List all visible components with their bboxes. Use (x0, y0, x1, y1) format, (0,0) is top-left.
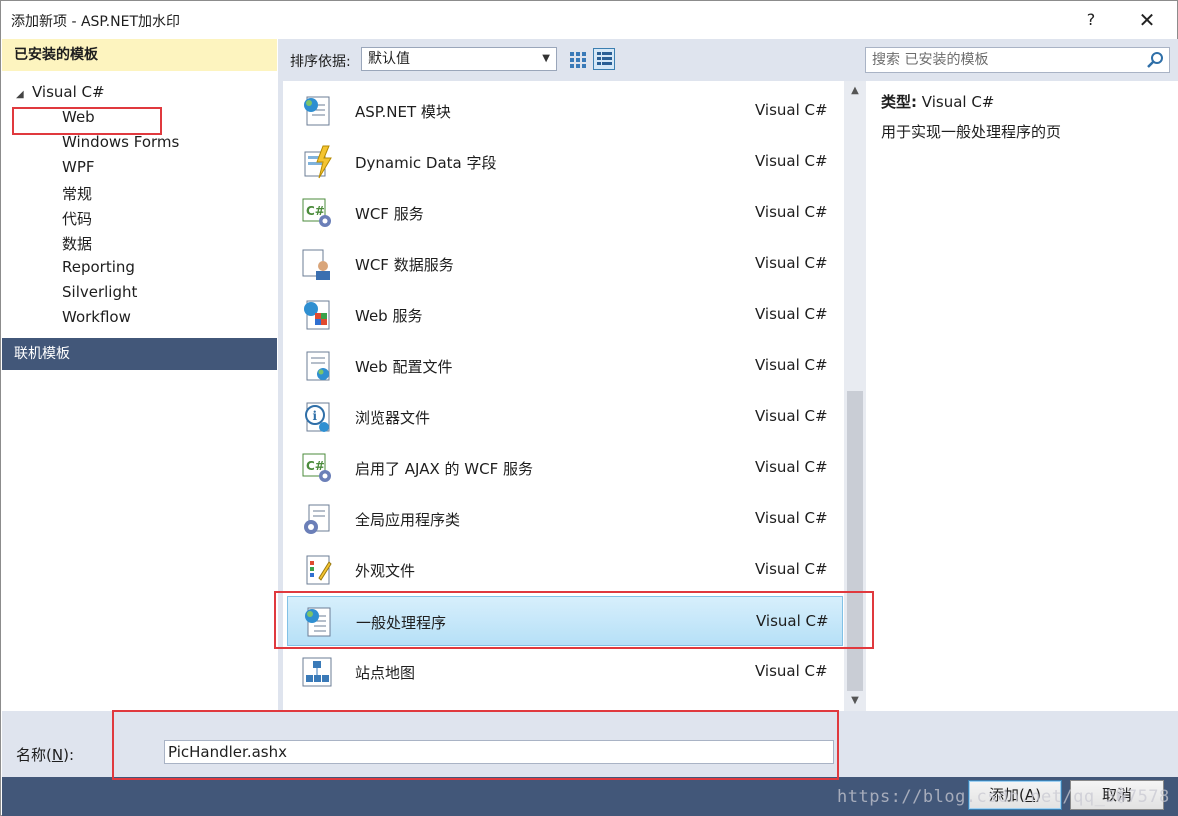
template-name: WCF 数据服务 (355, 256, 454, 274)
template-name: 全局应用程序类 (355, 511, 461, 529)
template-name: 站点地图 (355, 664, 416, 682)
template-name: 启用了 AJAX 的 WCF 服务 (355, 460, 533, 478)
wcf-service-icon: C# (302, 198, 331, 227)
list-scrollbar[interactable]: ▲ ▼ (844, 81, 866, 711)
template-name: 浏览器文件 (355, 409, 431, 427)
template-name: Web 配置文件 (355, 358, 453, 376)
sitemap-icon (302, 657, 332, 687)
template-language: Visual C# (755, 254, 828, 272)
window-title: 添加新项 - ASP.NET加水印 (11, 14, 180, 30)
name-bar: 名称(N): PicHandler.ashx (2, 711, 1178, 777)
search-icon[interactable] (1145, 50, 1165, 70)
type-line: 类型: Visual C# (881, 91, 994, 112)
template-name: ASP.NET 模块 (355, 103, 451, 121)
template-row[interactable]: Web 服务 Visual C# (287, 290, 843, 340)
name-label-prefix: 名称( (16, 746, 52, 764)
sort-label: 排序依据: (290, 54, 351, 70)
tree-item-wpf[interactable]: WPF (62, 158, 95, 176)
aspnet-module-icon (304, 96, 330, 126)
sort-dropdown[interactable]: 默认值 ▼ (361, 47, 557, 71)
add-new-item-dialog: 添加新项 - ASP.NET加水印 ? ✕ 已安装的模板 ◢ Visual C# … (0, 0, 1178, 816)
tree-item-workflow[interactable]: Workflow (62, 308, 131, 326)
search-placeholder: 搜索 已安装的模板 (872, 52, 989, 68)
template-details-panel: 类型: Visual C# 用于实现一般处理程序的页 (867, 81, 1178, 711)
template-name: Dynamic Data 字段 (355, 154, 497, 172)
template-row[interactable]: WCF 数据服务 Visual C# (287, 239, 843, 289)
online-templates-header[interactable]: 联机模板 (2, 338, 277, 370)
template-description: 用于实现一般处理程序的页 (881, 123, 1062, 141)
svg-text:i: i (313, 409, 318, 423)
template-row[interactable]: ASP.NET 模块 Visual C# (287, 86, 843, 136)
tree-item-web[interactable]: Web (62, 108, 95, 126)
template-name: Web 服务 (355, 307, 423, 325)
template-row[interactable]: Dynamic Data 字段 Visual C# (287, 137, 843, 187)
tree-root-visual-csharp[interactable]: ◢ Visual C# (16, 83, 105, 101)
template-language: Visual C# (755, 152, 828, 170)
wcf-data-service-icon (302, 249, 330, 280)
help-button[interactable]: ? (1071, 7, 1111, 33)
search-input[interactable]: 搜索 已安装的模板 (865, 47, 1170, 73)
template-language: Visual C# (755, 509, 828, 527)
skin-file-icon (306, 555, 332, 585)
template-language: Visual C# (755, 203, 828, 221)
dynamic-data-icon (304, 145, 332, 179)
type-label: 类型: (881, 93, 917, 111)
template-language: Visual C# (755, 560, 828, 578)
template-row[interactable]: i 浏览器文件 Visual C# (287, 392, 843, 442)
name-input[interactable]: PicHandler.ashx (164, 740, 834, 764)
tree-item-general[interactable]: 常规 (62, 183, 92, 204)
template-name: WCF 服务 (355, 205, 424, 223)
template-name: 外观文件 (355, 562, 416, 580)
tree-item-code[interactable]: 代码 (62, 208, 92, 229)
tree-item-silverlight[interactable]: Silverlight (62, 283, 137, 301)
template-language: Visual C# (755, 356, 828, 374)
template-list-inner: ASP.NET 模块 Visual C# Dynamic Data 字段 Visual… (283, 81, 843, 711)
scroll-thumb[interactable] (847, 391, 863, 691)
close-button[interactable]: ✕ (1127, 7, 1167, 33)
template-row[interactable]: 全局应用程序类 Visual C# (287, 494, 843, 544)
list-toolbar: 排序依据: 默认值 ▼ 搜索 已安装的模板 (278, 39, 1178, 81)
template-tree-panel: 已安装的模板 ◢ Visual C# Web Windows Forms WPF … (2, 39, 277, 709)
template-row[interactable]: 一般处理程序 Visual C# (287, 596, 843, 646)
name-label: 名称(N): (16, 744, 74, 765)
global-app-icon (304, 504, 330, 534)
small-icons-view-button[interactable] (567, 48, 589, 70)
template-language: Visual C# (755, 101, 828, 119)
template-language: Visual C# (755, 662, 828, 680)
browser-file-icon: i (305, 402, 330, 432)
blog-watermark: https://blog.csdn.net/qq_3�7578 (837, 787, 1170, 807)
tree-root-label: Visual C# (32, 83, 105, 101)
ajax-wcf-icon: C# (302, 453, 331, 482)
generic-handler-icon (305, 607, 331, 637)
template-row[interactable]: C# WCF 服务 Visual C# (287, 188, 843, 238)
template-language: Visual C# (755, 407, 828, 425)
template-name: 一般处理程序 (356, 614, 447, 632)
scroll-down-icon[interactable]: ▼ (844, 691, 866, 711)
type-value: Visual C# (921, 93, 995, 111)
web-service-icon (304, 300, 330, 330)
template-language: Visual C# (755, 458, 828, 476)
details-view-button[interactable] (593, 48, 615, 70)
chevron-down-icon: ▼ (542, 53, 550, 64)
tree-item-data[interactable]: 数据 (62, 233, 92, 254)
template-row[interactable]: C# 启用了 AJAX 的 WCF 服务 Visual C# (287, 443, 843, 493)
installed-templates-header[interactable]: 已安装的模板 (2, 39, 277, 71)
tree-item-windows-forms[interactable]: Windows Forms (62, 133, 179, 151)
template-row[interactable]: 外观文件 Visual C# (287, 545, 843, 595)
details-view-icon (597, 52, 612, 65)
name-label-suffix: ): (63, 746, 74, 764)
title-bar: 添加新项 - ASP.NET加水印 ? ✕ (1, 1, 1177, 39)
name-label-accelerator: N (51, 746, 64, 764)
sort-value: 默认值 (368, 51, 410, 67)
tree-item-reporting[interactable]: Reporting (62, 258, 135, 276)
web-config-icon (306, 351, 330, 381)
template-row[interactable]: Web 配置文件 Visual C# (287, 341, 843, 391)
template-list: ASP.NET 模块 Visual C# Dynamic Data 字段 Visual… (278, 81, 843, 711)
template-language: Visual C# (756, 612, 829, 630)
expand-arrow-icon[interactable]: ◢ (16, 89, 32, 100)
small-icons-view-icon (570, 52, 586, 68)
scroll-up-icon[interactable]: ▲ (844, 81, 866, 101)
template-language: Visual C# (755, 305, 828, 323)
template-row[interactable]: 站点地图 Visual C# (287, 647, 843, 697)
